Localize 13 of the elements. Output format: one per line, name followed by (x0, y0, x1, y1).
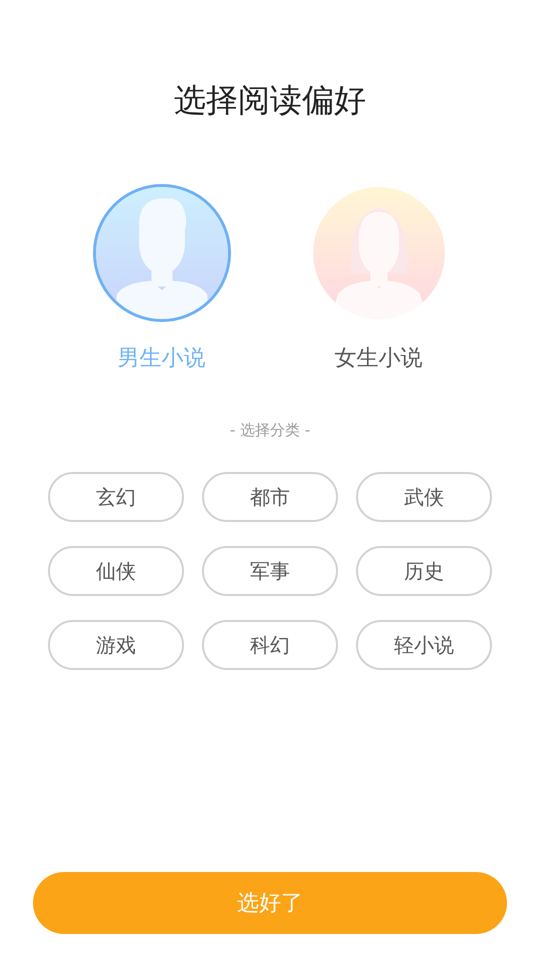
category-tag[interactable]: 科幻 (202, 620, 338, 670)
category-tag[interactable]: 游戏 (48, 620, 184, 670)
category-tag[interactable]: 玄幻 (48, 472, 184, 522)
category-tag[interactable]: 军事 (202, 546, 338, 596)
category-tag[interactable]: 都市 (202, 472, 338, 522)
category-tag[interactable]: 轻小说 (356, 620, 492, 670)
option-label[interactable]: 女生小说 (334, 344, 422, 374)
avatar-option[interactable] (92, 184, 230, 322)
category-tag[interactable]: 武侠 (356, 472, 492, 522)
category-tag[interactable]: 历史 (356, 546, 492, 596)
section-heading: - 选择分类 - (230, 421, 310, 440)
page-title: 选择阅读偏好 (174, 80, 366, 121)
category-tag[interactable]: 仙侠 (48, 546, 184, 596)
